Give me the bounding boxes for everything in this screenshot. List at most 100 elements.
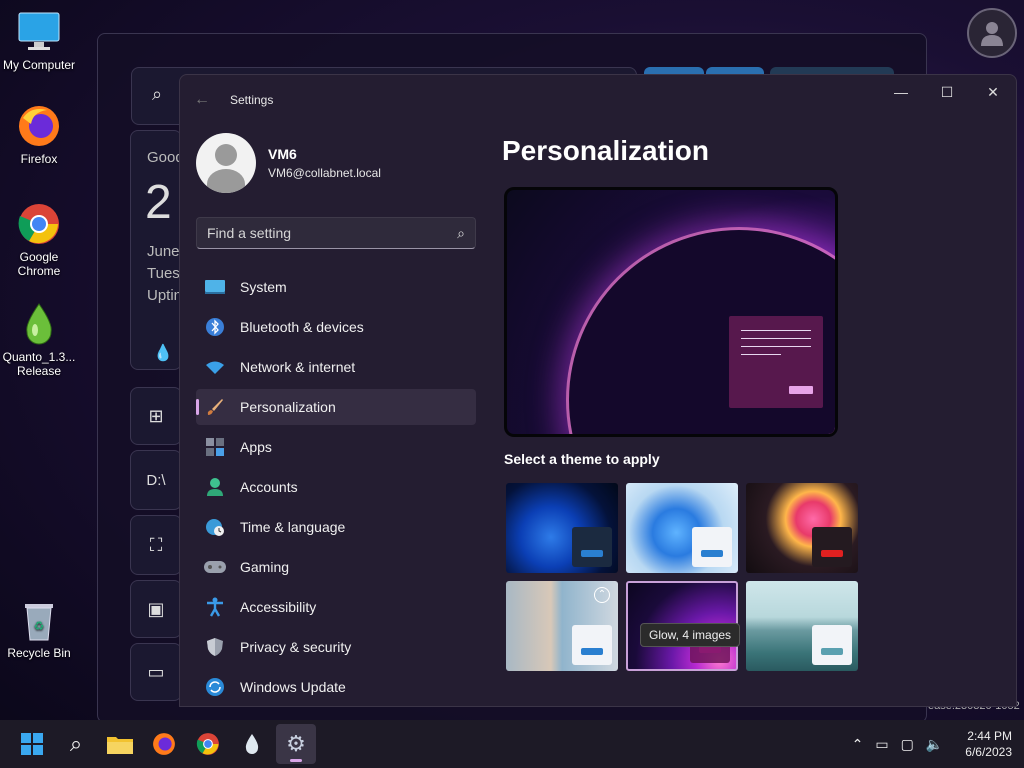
desktop-icon-google-chrome[interactable]: Google Chrome: [0, 202, 78, 278]
desktop-icon-label: Firefox: [20, 152, 58, 166]
start-button[interactable]: [12, 724, 52, 764]
nav-item-bluetooth[interactable]: Bluetooth & devices: [196, 309, 476, 345]
nav-item-time-language[interactable]: Time & language: [196, 509, 476, 545]
nav-item-label: Windows Update: [240, 679, 346, 695]
windows-widget-button[interactable]: ⊞: [130, 387, 182, 445]
battery-widget-button[interactable]: ▭: [130, 643, 182, 701]
desktop-icon-label: My Computer: [2, 58, 76, 72]
desktop-icon-recycle-bin[interactable]: ♻ Recycle Bin: [0, 598, 78, 660]
chrome-icon: [17, 202, 61, 246]
background-clock-widget: Good 2 June Tues Uptin 💧: [130, 130, 182, 370]
desktop-icon-firefox[interactable]: Firefox: [0, 104, 78, 166]
settings-window: ← Settings — ☐ ✕ VM6 VM6@collabnet.local…: [179, 74, 1017, 707]
globe-clock-icon: [204, 516, 226, 538]
drive-widget-button[interactable]: D:\: [130, 450, 182, 510]
search-input[interactable]: [207, 225, 458, 241]
crop-icon: ⛶: [149, 534, 163, 555]
nav-item-system[interactable]: System: [196, 269, 476, 305]
firefox-icon: [17, 104, 61, 148]
date-line: Tues: [147, 265, 180, 282]
nav-item-label: Privacy & security: [240, 639, 352, 655]
clock-date: 6/6/2023: [965, 745, 1012, 759]
theme-tile-windows-light-blue-bloom[interactable]: [506, 483, 618, 573]
personalization-content: Personalization Select a theme to apply: [502, 125, 1016, 706]
theme-tile-windows-light-bloom[interactable]: [626, 483, 738, 573]
nav-item-accessibility[interactable]: Accessibility: [196, 589, 476, 625]
nav-item-privacy-security[interactable]: Privacy & security: [196, 629, 476, 665]
nav-item-network[interactable]: Network & internet: [196, 349, 476, 385]
minimize-button[interactable]: —: [878, 75, 924, 109]
battery-icon: ▭: [147, 661, 165, 682]
user-account-button[interactable]: [967, 8, 1017, 58]
title-bar[interactable]: ← Settings — ☐ ✕: [180, 75, 1016, 125]
system-tray: ⌃ ▭ ▢ 🔈 2:44 PM 6/6/2023: [852, 720, 1012, 768]
chevron-up-icon[interactable]: ⌃: [852, 736, 864, 753]
update-icon: [204, 676, 226, 698]
desktop-icon-quanto[interactable]: Quanto_1.3... Release: [0, 302, 78, 378]
desktop-icon-my-computer[interactable]: My Computer: [0, 10, 78, 72]
cpu-widget-button[interactable]: ▣: [130, 580, 182, 638]
taskbar-chrome[interactable]: [188, 724, 228, 764]
window-title: Settings: [230, 93, 274, 107]
nav-item-label: Network & internet: [240, 359, 356, 375]
nav-item-label: Bluetooth & devices: [240, 319, 364, 335]
avatar: [196, 133, 256, 193]
nav-item-label: Accessibility: [240, 599, 317, 615]
nav-item-label: Personalization: [240, 399, 336, 415]
taskbar-search-button[interactable]: ⌕: [56, 724, 96, 764]
back-button[interactable]: ←: [194, 91, 216, 109]
nav-item-apps[interactable]: Apps: [196, 429, 476, 465]
folder-icon: [107, 737, 133, 754]
windows-logo-icon: ⊞: [148, 405, 164, 426]
search-icon: ⌕: [152, 84, 163, 104]
search-icon: ⌕: [69, 731, 83, 756]
brush-icon: [204, 396, 226, 418]
themes-heading: Select a theme to apply: [504, 451, 660, 467]
theme-preview: [504, 187, 838, 437]
taskbar-firefox[interactable]: [144, 724, 184, 764]
svg-text:♻: ♻: [34, 619, 45, 633]
taskbar-file-explorer[interactable]: [100, 724, 140, 764]
maximize-button[interactable]: ☐: [924, 75, 970, 109]
apps-icon: [204, 436, 226, 458]
search-icon: ⌕: [457, 224, 465, 241]
screenshot-widget-button[interactable]: ⛶: [130, 515, 182, 575]
theme-tile-flow[interactable]: ⌃: [506, 581, 618, 671]
volume-icon[interactable]: 🔈: [926, 736, 943, 753]
clock-time: 2:44 PM: [967, 729, 1012, 743]
nav-item-gaming[interactable]: Gaming: [196, 549, 476, 585]
nav-item-accounts[interactable]: Accounts: [196, 469, 476, 505]
drop-icon: 💧: [153, 345, 173, 362]
nav-item-personalization[interactable]: Personalization: [196, 389, 476, 425]
nav-item-label: System: [240, 279, 287, 295]
day-number: 2: [145, 176, 172, 229]
firefox-icon: [153, 733, 175, 755]
nav-item-label: Accounts: [240, 479, 298, 495]
theme-tile-captured-motion[interactable]: [746, 483, 858, 573]
date-line: June: [147, 243, 180, 260]
desktop-icon-label: Quanto_1.3... Release: [2, 350, 76, 378]
taskbar-settings[interactable]: ⚙: [276, 724, 316, 764]
theme-tile-sunrise[interactable]: [746, 581, 858, 671]
settings-gear-icon: ⚙: [286, 731, 306, 756]
taskbar: ⌕ ⚙ ⌃ ▭ ▢ 🔈 2:44 PM 6/6/2023: [0, 720, 1024, 768]
nav-item-label: Gaming: [240, 559, 290, 575]
settings-nav: VM6 VM6@collabnet.local ⌕ System Bluetoo…: [180, 125, 490, 706]
accessibility-icon: [204, 596, 226, 618]
nav-menu: System Bluetooth & devices Network & int…: [196, 269, 476, 706]
profile-card[interactable]: VM6 VM6@collabnet.local: [196, 133, 381, 193]
close-button[interactable]: ✕: [970, 75, 1016, 109]
network-disconnected-icon[interactable]: ▭: [875, 736, 888, 753]
nav-item-windows-update[interactable]: Windows Update: [196, 669, 476, 705]
windows-logo-icon: [21, 733, 43, 755]
profile-name: VM6: [268, 146, 297, 162]
taskbar-clock[interactable]: 2:44 PM 6/6/2023: [965, 728, 1012, 760]
find-setting-search[interactable]: ⌕: [196, 217, 476, 249]
system-icon: [204, 276, 226, 298]
desktop-icon-label: Recycle Bin: [7, 646, 71, 660]
nav-item-label: Time & language: [240, 519, 346, 535]
greeting-text: Good: [147, 149, 182, 166]
drive-label: D:\: [146, 471, 166, 489]
taskbar-quanto[interactable]: [232, 724, 272, 764]
display-icon[interactable]: ▢: [901, 736, 914, 753]
